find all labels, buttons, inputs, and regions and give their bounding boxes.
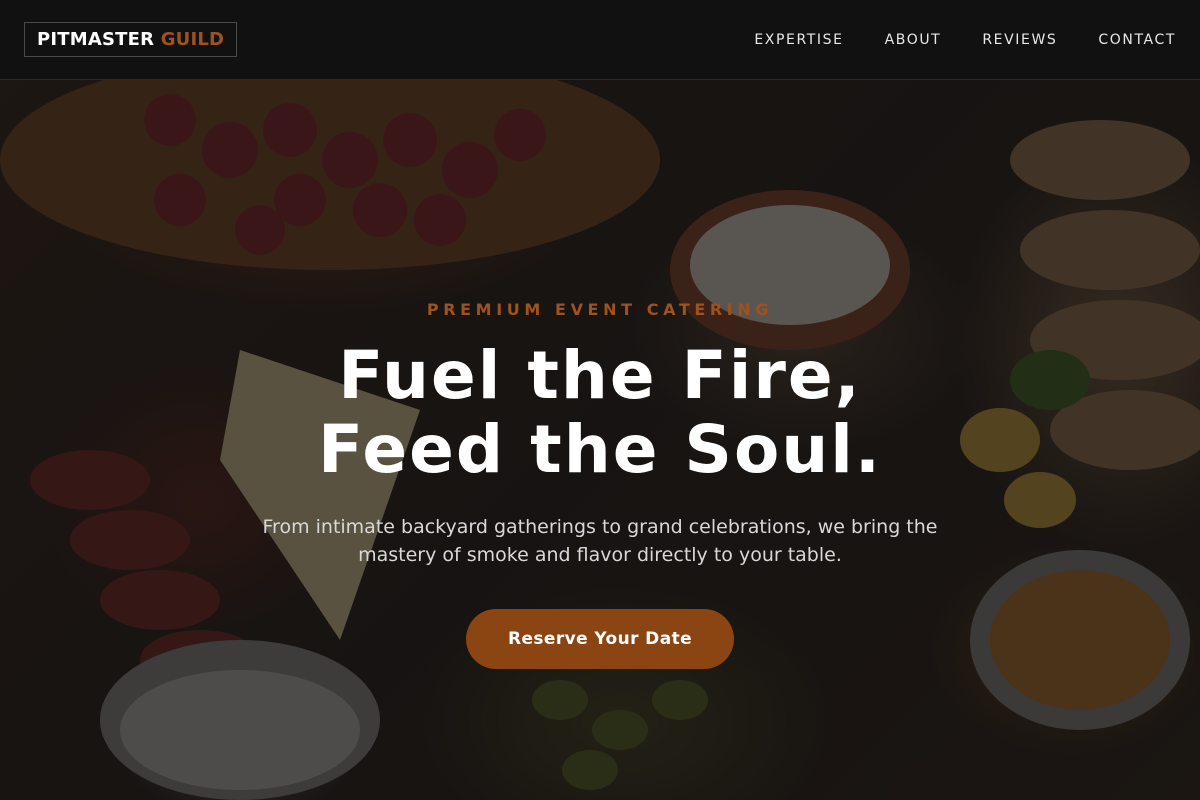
brand-name-accent: GUILD (160, 29, 225, 50)
nav-link-about[interactable]: ABOUT (885, 32, 942, 48)
reserve-date-button[interactable]: Reserve Your Date (466, 609, 734, 669)
nav-link-reviews[interactable]: REVIEWS (982, 32, 1057, 48)
hero-eyebrow: PREMIUM EVENT CATERING (426, 300, 774, 319)
navbar: PITMASTER GUILD EXPERTISE ABOUT REVIEWS … (0, 0, 1200, 80)
brand-logo[interactable]: PITMASTER GUILD (24, 22, 238, 57)
brand-name-primary: PITMASTER (37, 29, 155, 50)
hero-subtext: From intimate backyard gatherings to gra… (262, 516, 938, 566)
hero-section: PREMIUM EVENT CATERING Fuel the Fire, Fe… (0, 80, 1200, 800)
nav-link-contact[interactable]: CONTACT (1098, 32, 1176, 48)
nav-link-expertise[interactable]: EXPERTISE (754, 32, 843, 48)
hero-headline: Fuel the Fire, Feed the Soul. (318, 339, 882, 487)
hero-content: PREMIUM EVENT CATERING Fuel the Fire, Fe… (0, 80, 1200, 800)
nav-links: EXPERTISE ABOUT REVIEWS CONTACT (713, 32, 1176, 48)
hero-headline-line-1: Fuel the Fire, (338, 337, 862, 414)
hero-headline-line-2: Feed the Soul. (318, 411, 882, 488)
